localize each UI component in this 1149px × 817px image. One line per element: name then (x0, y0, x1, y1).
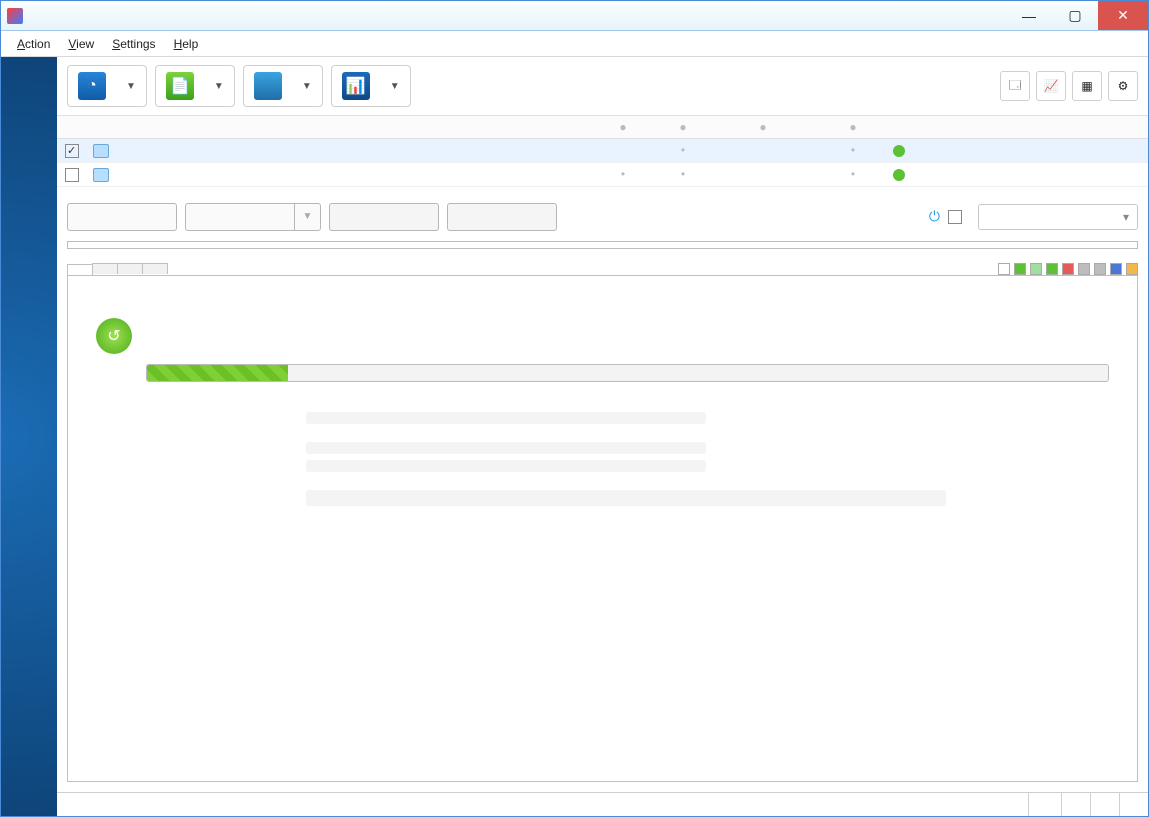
volume-row[interactable]: • • (57, 139, 1148, 163)
col-ssd[interactable]: ● (653, 120, 713, 134)
status-dot-on (893, 169, 905, 181)
legend-swatch (1078, 263, 1090, 275)
progress-bar (146, 364, 1109, 382)
menu-action[interactable]: Action (9, 34, 58, 54)
checkbox[interactable] (65, 144, 79, 158)
general-panel: ↺ (67, 275, 1138, 782)
stop-button[interactable] (447, 203, 557, 231)
chevron-down-icon: ▼ (390, 81, 400, 92)
col-schedule[interactable]: ● (713, 120, 813, 134)
view-blocks-button[interactable]: ▦ (1072, 71, 1102, 101)
toolbar-disks[interactable]: ◔ ▼ (67, 65, 147, 107)
legend-swatch (998, 263, 1010, 275)
menu-help[interactable]: Help (166, 34, 207, 54)
defrag-button[interactable]: ▼ (185, 203, 321, 231)
toolbar-resource[interactable]: 📊 ▼ (331, 65, 411, 107)
legend-swatch (1126, 263, 1138, 275)
calendar-icon (254, 72, 282, 100)
menu-settings[interactable]: Settings (104, 34, 163, 54)
power-icon: ⏻ (929, 208, 940, 225)
titlebar: — ▢ ✕ (1, 1, 1148, 31)
legend-swatch (1062, 263, 1074, 275)
status-dot-on (893, 145, 905, 157)
volume-row[interactable]: • • • (57, 163, 1148, 187)
analyze-button[interactable] (67, 203, 177, 231)
status-processor (1090, 793, 1119, 816)
chevron-down-icon[interactable]: ▼ (295, 203, 321, 231)
app-icon (7, 8, 23, 24)
tab-files[interactable] (92, 263, 118, 274)
drive-icon (93, 144, 109, 158)
tab-smart[interactable] (142, 263, 168, 274)
legend-swatch (1030, 263, 1042, 275)
statusbar (57, 792, 1148, 816)
settings-button[interactable]: ⚙ (1108, 71, 1138, 101)
col-vss[interactable]: ● (593, 120, 653, 134)
pause-button[interactable] (329, 203, 439, 231)
maximize-button[interactable]: ▢ (1052, 1, 1098, 30)
legend (998, 263, 1138, 275)
fragmented-after-row (306, 460, 706, 472)
legend-swatch (1014, 263, 1026, 275)
view-map-button[interactable]: 🗔 (1000, 71, 1030, 101)
after-select[interactable]: ▾ (978, 204, 1138, 230)
resource-icon: 📊 (342, 72, 370, 100)
view-chart-button[interactable]: 📈 (1036, 71, 1066, 101)
minimize-button[interactable]: — (1006, 1, 1052, 30)
analyzed-row (306, 412, 706, 424)
chevron-down-icon: ▼ (302, 81, 312, 92)
progress-icon: ↺ (96, 318, 132, 354)
tab-general[interactable] (67, 264, 93, 275)
chevron-down-icon: ▾ (1123, 210, 1129, 224)
cluster-map[interactable] (67, 241, 1138, 249)
close-button[interactable]: ✕ (1098, 1, 1148, 30)
after-checkbox[interactable] (948, 210, 962, 224)
col-offline[interactable]: ● (813, 120, 893, 134)
legend-swatch (1110, 263, 1122, 275)
toolbar-reports[interactable]: 📄 ▼ (155, 65, 235, 107)
tabs (67, 263, 167, 274)
tab-statistics[interactable] (117, 263, 143, 274)
disks-icon: ◔ (78, 72, 106, 100)
fragmented-before-row (306, 442, 706, 454)
chevron-down-icon: ▼ (214, 81, 224, 92)
chevron-down-icon: ▼ (126, 81, 136, 92)
menubar: Action View Settings Help (1, 31, 1148, 57)
action-row: ▼ ⏻ ▾ (57, 187, 1148, 241)
toolbar-scheduler[interactable]: ▼ (243, 65, 323, 107)
legend-swatch (1046, 263, 1058, 275)
status-disk (1061, 793, 1090, 816)
checkbox[interactable] (65, 168, 79, 182)
drive-icon (93, 168, 109, 182)
nav-rail (1, 57, 57, 816)
status-priority[interactable] (1028, 793, 1061, 816)
processing-value (306, 490, 946, 506)
toolbar: ◔ ▼ 📄 ▼ ▼ 📊 ▼ (57, 57, 1148, 116)
status-defrag (1119, 793, 1148, 816)
menu-view[interactable]: View (60, 34, 102, 54)
reports-icon: 📄 (166, 72, 194, 100)
legend-swatch (1094, 263, 1106, 275)
volume-header: ● ● ● ● (57, 116, 1148, 139)
